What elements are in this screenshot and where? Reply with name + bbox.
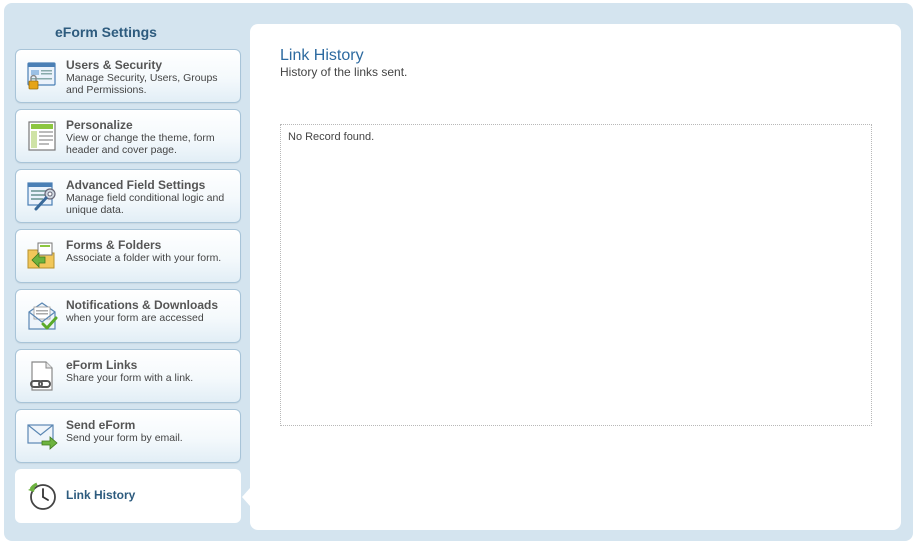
sidebar-item-forms-folders[interactable]: Forms & Folders Associate a folder with … — [15, 229, 241, 283]
sidebar-item-users-security[interactable]: Users & Security Manage Security, Users,… — [15, 49, 241, 103]
sidebar-item-label: Users & Security — [66, 58, 163, 72]
users-security-icon — [26, 60, 58, 92]
sidebar-item-label: eForm Links — [66, 358, 138, 372]
document-link-icon — [26, 360, 58, 392]
sidebar-item-description: when your form are accessed — [66, 312, 204, 324]
sidebar-item-description: Share your form with a link. — [66, 372, 194, 384]
sidebar-item-description: Manage field conditional logic and uniqu… — [66, 192, 225, 216]
sidebar-item-label: Forms & Folders — [66, 238, 162, 252]
sidebar-item-description: Manage Security, Users, Groups and Permi… — [66, 72, 218, 96]
sidebar-item-label: Advanced Field Settings — [66, 178, 206, 192]
history-clock-icon — [26, 480, 58, 512]
sidebar-item-label: Notifications & Downloads — [66, 298, 219, 312]
sidebar-item-advanced-field-settings[interactable]: Advanced Field Settings Manage field con… — [15, 169, 241, 223]
sidebar-item-send-eform[interactable]: Send eForm Send your form by email. — [15, 409, 241, 463]
sidebar-item-description: Send your form by email. — [66, 432, 183, 444]
sidebar-item-label: Link History — [66, 488, 136, 502]
send-envelope-icon — [26, 420, 58, 452]
sidebar-item-description: View or change the theme, form header an… — [66, 132, 215, 156]
sidebar-item-personalize[interactable]: Personalize View or change the theme, fo… — [15, 109, 241, 163]
main-panel: Link History History of the links sent. … — [250, 24, 901, 530]
personalize-icon — [26, 120, 58, 152]
link-history-records: No Record found. — [280, 124, 872, 426]
sidebar-item-link-history[interactable]: Link History — [15, 469, 241, 523]
folder-icon — [26, 240, 58, 272]
page-subtitle: History of the links sent. — [280, 65, 408, 79]
notification-envelope-icon — [26, 300, 58, 332]
sidebar-title: eForm Settings — [55, 24, 157, 40]
page-title: Link History — [280, 47, 364, 64]
active-item-pointer — [242, 488, 250, 506]
sidebar-item-eform-links[interactable]: eForm Links Share your form with a link. — [15, 349, 241, 403]
sidebar-item-label: Send eForm — [66, 418, 136, 432]
sidebar-item-description: Associate a folder with your form. — [66, 252, 222, 264]
sidebar-item-notifications-downloads[interactable]: Notifications & Downloads when your form… — [15, 289, 241, 343]
empty-state-message: No Record found. — [288, 131, 375, 143]
sidebar-item-label: Personalize — [66, 118, 133, 132]
advanced-field-settings-icon — [26, 180, 58, 212]
